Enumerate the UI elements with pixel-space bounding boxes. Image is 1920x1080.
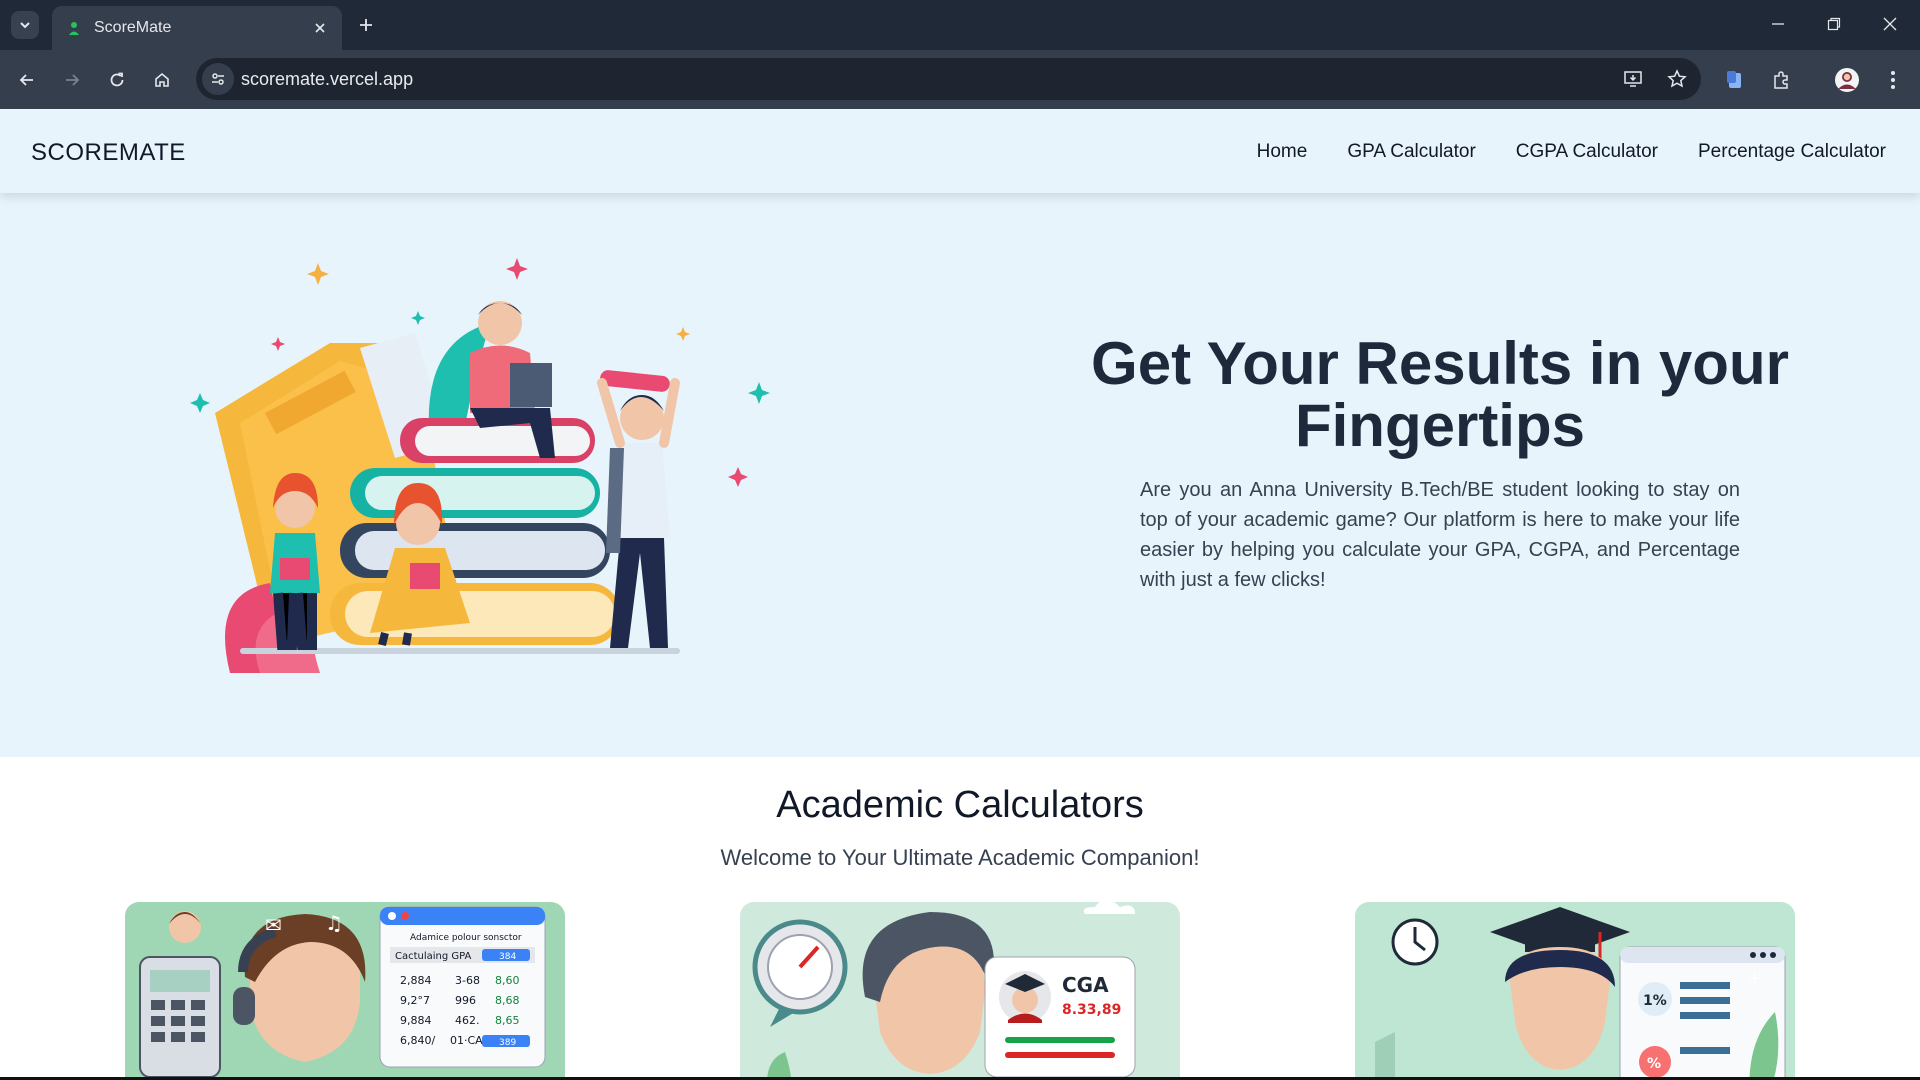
svg-text:+: +	[1747, 968, 1762, 989]
hero-description: Are you an Anna University B.Tech/BE stu…	[1140, 479, 1740, 591]
percentage-card-illustration: 1% % +	[1355, 902, 1795, 1080]
calculators-heading: Academic Calculators	[776, 784, 1144, 826]
extensions-puzzle-icon[interactable]	[1763, 62, 1799, 98]
cgpa-card-label: CGA	[1062, 973, 1109, 997]
install-app-icon[interactable]	[1617, 63, 1649, 95]
forward-icon[interactable]	[54, 62, 90, 98]
gpa-cell: 996	[455, 994, 476, 1007]
gpa-card-badge: 384	[499, 952, 516, 962]
site-navbar: SCOREMATE Home GPA Calculator CGPA Calcu…	[0, 109, 1920, 193]
svg-text:♫: ♫	[325, 911, 343, 935]
site-logo[interactable]: SCOREMATE	[31, 139, 186, 167]
address-bar[interactable]: scoremate.vercel.app	[196, 58, 1701, 100]
site-info-icon[interactable]	[202, 63, 234, 95]
nav-link-percentage-calculator[interactable]: Percentage Calculator	[1698, 141, 1886, 163]
close-tab-icon[interactable]	[306, 14, 334, 42]
close-window-icon[interactable]	[1862, 6, 1918, 42]
tab-title: ScoreMate	[94, 19, 172, 36]
calculators-subtitle: Welcome to Your Ultimate Academic Compan…	[720, 845, 1200, 870]
url-text[interactable]: scoremate.vercel.app	[241, 69, 413, 90]
gpa-cell: 8,65	[495, 1014, 520, 1027]
gpa-cell: 8,60	[495, 974, 520, 987]
reload-icon[interactable]	[99, 62, 135, 98]
web-page: SCOREMATE Home GPA Calculator CGPA Calcu…	[0, 109, 1920, 1080]
profile-avatar[interactable]	[1829, 62, 1865, 98]
gpa-cell: 3-68	[455, 974, 480, 987]
gpa-calculator-card[interactable]: ✉ ♫ Adamice polour sonsctor Cactulaing G…	[125, 902, 565, 1080]
extension-file-icon[interactable]	[1717, 62, 1753, 98]
back-icon[interactable]	[9, 62, 45, 98]
gpa-cell: 389	[499, 1038, 516, 1048]
home-icon[interactable]	[144, 62, 180, 98]
cgpa-calculator-card[interactable]: CGA 8.33,89	[740, 902, 1180, 1080]
gpa-cell: 2,884	[400, 974, 432, 987]
tab-search-button[interactable]	[11, 11, 39, 39]
restore-icon[interactable]	[1806, 6, 1862, 42]
hero-section: Get Your Results in your Fingertips Are …	[0, 193, 1920, 757]
gpa-cell: 9,884	[400, 1014, 432, 1027]
new-tab-icon[interactable]	[352, 11, 380, 39]
nav-link-cgpa-calculator[interactable]: CGPA Calculator	[1516, 141, 1658, 163]
gpa-card-label: Cactulaing GPA	[395, 951, 472, 962]
browser-toolbar: scoremate.vercel.app	[0, 50, 1920, 109]
nav-link-gpa-calculator[interactable]: GPA Calculator	[1347, 141, 1475, 163]
menu-kebab-icon[interactable]	[1875, 62, 1911, 98]
chevron-down-icon	[20, 22, 30, 29]
favicon-icon	[69, 22, 79, 35]
students-books-illustration	[190, 258, 770, 673]
gpa-cell: 462.	[455, 1014, 480, 1027]
percentage-card-badge-1: 1%	[1643, 993, 1667, 1009]
minimize-icon[interactable]	[1750, 6, 1806, 42]
svg-text:✉: ✉	[265, 913, 282, 937]
percentage-card-badge-2: %	[1647, 1056, 1661, 1072]
hero-title: Get Your Results in your Fingertips	[1091, 330, 1789, 459]
gpa-cell: 6,840/	[400, 1034, 435, 1047]
gpa-card-heading: Adamice polour sonsctor	[410, 933, 522, 943]
browser-tab[interactable]: ScoreMate	[52, 6, 342, 50]
nav-link-home[interactable]: Home	[1257, 141, 1308, 163]
nav-links: Home GPA Calculator CGPA Calculator Perc…	[1257, 141, 1886, 163]
gpa-cell: 8,68	[495, 994, 520, 1007]
percentage-calculator-card[interactable]: 1% % +	[1355, 902, 1795, 1080]
gpa-card-illustration: ✉ ♫ Adamice polour sonsctor Cactulaing G…	[125, 902, 565, 1080]
cgpa-card-value: 8.33,89	[1062, 1002, 1121, 1018]
bookmark-star-icon[interactable]	[1661, 63, 1693, 95]
browser-tab-bar: ScoreMate	[0, 0, 1920, 50]
cgpa-card-illustration: CGA 8.33,89	[740, 902, 1180, 1080]
gpa-cell: 9,2°7	[400, 994, 430, 1007]
gpa-cell: 01·CA	[450, 1034, 483, 1047]
